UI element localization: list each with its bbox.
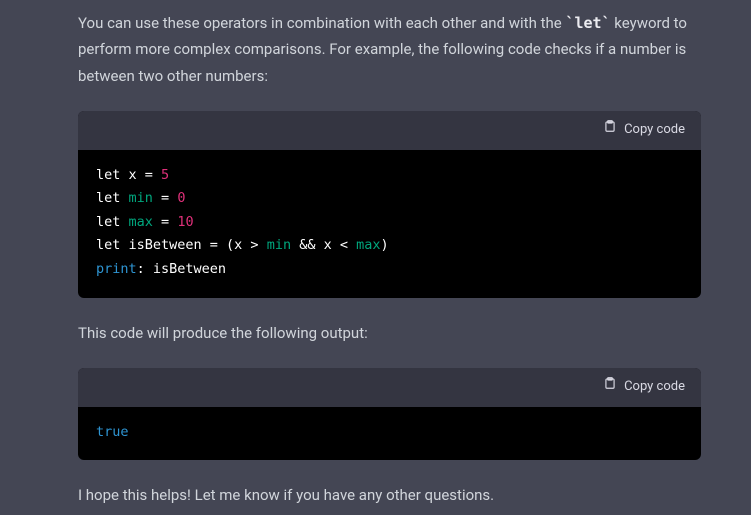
mid-paragraph: This code will produce the following out… bbox=[78, 320, 701, 346]
code-token: 5 bbox=[161, 167, 169, 183]
code-content-2: true bbox=[78, 407, 701, 461]
code-token: max bbox=[356, 237, 380, 253]
code-token: isBetween = (x > bbox=[120, 237, 266, 253]
code-token: 10 bbox=[177, 214, 193, 230]
copy-code-label: Copy code bbox=[624, 376, 685, 399]
copy-code-button[interactable]: Copy code bbox=[78, 111, 701, 150]
code-token: && x < bbox=[291, 237, 356, 253]
copy-code-label: Copy code bbox=[624, 119, 685, 142]
code-token: = bbox=[153, 214, 177, 230]
code-token: min bbox=[267, 237, 291, 253]
code-token: min bbox=[129, 190, 153, 206]
intro-paragraph: You can use these operators in combinati… bbox=[78, 10, 701, 89]
outro-paragraph: I hope this helps! Let me know if you ha… bbox=[78, 482, 701, 508]
code-token: let bbox=[96, 214, 120, 230]
code-token bbox=[120, 214, 128, 230]
code-token: let bbox=[96, 237, 120, 253]
code-token: 0 bbox=[177, 190, 185, 206]
code-block-2: Copy code true bbox=[78, 368, 701, 460]
intro-text-part1: You can use these operators in combinati… bbox=[78, 14, 565, 32]
code-token: let bbox=[96, 167, 120, 183]
code-block-1: Copy code let x = 5 let min = 0 let max … bbox=[78, 111, 701, 298]
code-token: ) bbox=[381, 237, 389, 253]
code-token: : isBetween bbox=[137, 261, 226, 277]
code-token: print bbox=[96, 261, 137, 277]
inline-code-let: `let` bbox=[565, 14, 610, 32]
code-token: true bbox=[96, 424, 129, 440]
code-token: let bbox=[96, 190, 120, 206]
code-token: = bbox=[153, 190, 177, 206]
code-token: x = bbox=[120, 167, 161, 183]
code-content-1: let x = 5 let min = 0 let max = 10 let i… bbox=[78, 150, 701, 298]
clipboard-icon bbox=[603, 119, 617, 142]
copy-code-button[interactable]: Copy code bbox=[78, 368, 701, 407]
code-token bbox=[120, 190, 128, 206]
code-token: max bbox=[129, 214, 153, 230]
clipboard-icon bbox=[603, 376, 617, 399]
